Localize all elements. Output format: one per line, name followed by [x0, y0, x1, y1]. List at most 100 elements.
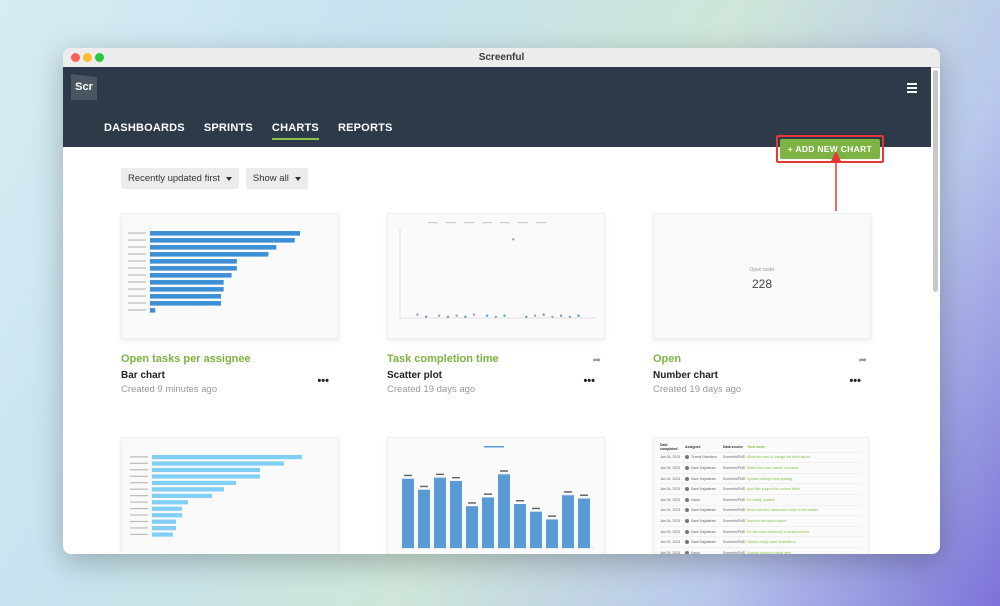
chart-thumbnail[interactable] — [387, 213, 605, 339]
chart-card[interactable] — [387, 437, 605, 554]
table-cell: Support sorting in table view — [747, 550, 791, 554]
chart-type: Number chart — [653, 370, 719, 381]
more-options-icon[interactable]: ••• — [583, 375, 595, 387]
top-navigation-bar: Scr DASHBOARDS SPRINTS CHARTS REPORTS + … — [63, 67, 931, 163]
table-cell: ScreenfulFMD — [723, 529, 746, 534]
chart-thumbnail[interactable]: Open tasks 228 — [653, 213, 871, 339]
more-options-icon[interactable]: ••• — [317, 375, 329, 387]
bar — [150, 245, 277, 250]
nav-dashboards[interactable]: DASHBOARDS — [104, 122, 185, 140]
table-cell: Jan 04, 2023 — [660, 487, 681, 492]
category-label — [130, 488, 148, 490]
scatter-point — [551, 315, 554, 319]
table-cell: Jan 04, 2023 — [660, 518, 681, 523]
table-cell: Kayla — [685, 550, 723, 554]
chart-thumbnail[interactable] — [121, 213, 339, 339]
bar — [150, 301, 222, 306]
table-cell: Sami Kajalainen — [685, 465, 723, 470]
screenful-logo[interactable]: Scr — [71, 74, 97, 100]
data-label — [500, 470, 508, 472]
category-label — [128, 239, 146, 241]
table-cell: ScreenfulFMD — [723, 476, 746, 481]
bar — [402, 478, 414, 548]
avatar — [685, 465, 689, 470]
nav-charts[interactable]: CHARTS — [271, 122, 319, 140]
data-label — [404, 474, 412, 477]
table-row: Jan 04, 2023 Tommi Nieminen ScreenfulFMD Al… — [660, 453, 862, 464]
hamburger-menu-icon[interactable] — [907, 83, 917, 95]
chart-type: Bar chart — [121, 370, 165, 381]
chart-title[interactable]: Task completion time — [387, 353, 605, 365]
table-cell: Update settings view spacing — [747, 476, 793, 481]
chart-title[interactable]: Open — [653, 353, 871, 365]
bar — [530, 511, 542, 548]
scrollbar[interactable] — [933, 70, 938, 292]
nav-sprints[interactable]: SPRINTS — [204, 122, 253, 140]
data-label — [436, 473, 444, 476]
scatter-point — [542, 313, 545, 316]
chart-card[interactable]: Open tasks 228 Open Number chart Created… — [653, 213, 871, 395]
app-window: Screenful Scr DASHBOARDS SPRINTS CHARTS … — [63, 48, 940, 554]
bar — [152, 487, 224, 492]
category-label — [128, 260, 146, 262]
chart-created-time: Created 19 days ago — [387, 384, 476, 395]
category-label — [128, 232, 146, 234]
avatar — [685, 540, 689, 545]
category-label — [130, 507, 148, 510]
scatter-point — [464, 315, 467, 319]
table-cell: ScreenfulFMD — [723, 465, 746, 470]
table-row: Jan 04, 2023 Sami Kajalainen ScreenfulFMD I… — [660, 516, 862, 527]
table-cell: Tommi Nieminen — [685, 455, 723, 460]
more-options-icon[interactable]: ••• — [849, 375, 861, 387]
bar — [152, 467, 260, 473]
minimize-window-button[interactable] — [83, 53, 92, 62]
nav-reports[interactable]: REPORTS — [338, 122, 393, 140]
bar — [150, 252, 269, 257]
chart-card[interactable]: Date completed Assignee Data source Task na… — [653, 437, 871, 554]
share-icon[interactable]: ➦ — [859, 355, 867, 366]
table-cell: Jan 03, 2023 — [660, 550, 681, 554]
avatar — [685, 455, 689, 460]
chart-title[interactable]: Open tasks per assignee — [121, 353, 339, 365]
maximize-window-button[interactable] — [95, 53, 104, 62]
scatter-point — [525, 315, 528, 319]
data-label — [484, 493, 492, 495]
bar — [150, 231, 300, 236]
bar — [150, 294, 222, 299]
chart-card[interactable] — [121, 437, 339, 554]
category-label — [130, 533, 148, 535]
table-cell: Allow the user to change the table layou… — [747, 455, 811, 460]
sort-dropdown[interactable]: Recently updated first — [121, 168, 239, 189]
main-nav: DASHBOARDS SPRINTS CHARTS REPORTS — [104, 122, 393, 140]
scatter-point — [455, 314, 458, 317]
sort-dropdown-label: Recently updated first — [128, 173, 220, 184]
annotation-arrow-icon — [831, 151, 841, 211]
bar — [152, 474, 260, 479]
chart-card[interactable]: Task completion time Scatter plot Create… — [387, 213, 605, 395]
category-label — [130, 456, 148, 458]
scatter-point — [472, 313, 476, 316]
chart-thumbnail[interactable] — [387, 437, 605, 554]
category-label — [130, 469, 148, 471]
bar — [152, 461, 284, 466]
chevron-down-icon — [225, 176, 232, 181]
legend-item — [518, 222, 528, 224]
table-row: Jan 04, 2023 Sami Kajalainen ScreenfulFMD S… — [660, 506, 862, 517]
bar — [150, 273, 232, 278]
table-cell: Fix the chart rendering on small screens — [747, 529, 810, 534]
scatter-point — [485, 314, 489, 317]
number-chart-thumbnail: Open tasks 228 — [654, 214, 870, 338]
chart-created-time: Created 19 days ago — [653, 384, 742, 395]
close-window-button[interactable] — [71, 53, 80, 62]
category-label — [130, 514, 148, 516]
chart-card[interactable]: Open tasks per assignee Bar chart Create… — [121, 213, 339, 395]
show-dropdown[interactable]: Show all — [245, 168, 308, 189]
share-icon[interactable]: ➦ — [593, 355, 601, 366]
horizontal-bar-chart-thumbnail — [128, 228, 300, 316]
scatter-point — [577, 314, 580, 317]
table-cell: Assignee — [685, 444, 701, 449]
scatter-point — [446, 315, 450, 319]
table-cell: Jan 03, 2023 — [660, 540, 681, 545]
chart-thumbnail[interactable] — [121, 437, 339, 554]
filter-bar: Recently updated first Show all — [121, 168, 308, 189]
